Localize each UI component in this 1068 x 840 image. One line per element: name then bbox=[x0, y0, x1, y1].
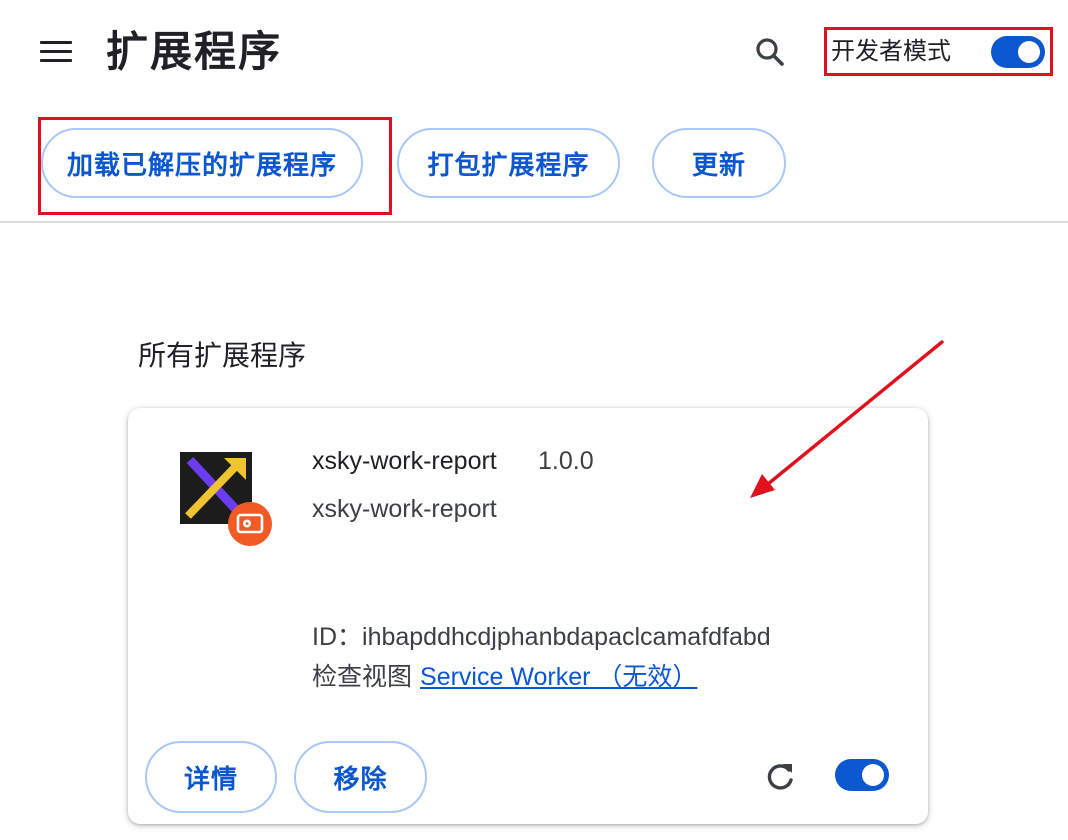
page-title: 扩展程序 bbox=[106, 28, 283, 75]
extensions-page: 扩展程序 开发者模式 加载已解压的扩展程序 打包扩展程序 更新 所有扩展程序 x… bbox=[0, 0, 1068, 840]
inspect-views-row: 检查视图 Service Worker （无效） bbox=[312, 660, 697, 694]
toggle-knob bbox=[1018, 41, 1040, 63]
dev-mode-label: 开发者模式 bbox=[831, 38, 951, 65]
extension-version: 1.0.0 bbox=[538, 447, 594, 475]
inspect-views-label: 检查视图 bbox=[312, 663, 413, 691]
extension-enable-toggle[interactable] bbox=[835, 759, 889, 791]
service-worker-link[interactable]: Service Worker （无效） bbox=[420, 663, 697, 691]
search-icon[interactable] bbox=[752, 34, 788, 70]
remove-button[interactable]: 移除 bbox=[294, 741, 427, 813]
load-unpacked-button[interactable]: 加载已解压的扩展程序 bbox=[41, 128, 363, 198]
pack-extension-button[interactable]: 打包扩展程序 bbox=[397, 128, 620, 198]
extension-id-value: ihbapddhcdjphanbdapaclcamafdfabd bbox=[362, 623, 771, 651]
details-button[interactable]: 详情 bbox=[145, 741, 277, 813]
section-title: 所有扩展程序 bbox=[138, 340, 307, 371]
update-button[interactable]: 更新 bbox=[652, 128, 786, 198]
extension-name: xsky-work-report bbox=[312, 447, 497, 475]
extension-id-label: ID： bbox=[312, 623, 363, 651]
extension-id-row: ID：ihbapddhcdjphanbdapaclcamafdfabd bbox=[312, 620, 771, 654]
extension-description: xsky-work-report bbox=[312, 495, 497, 523]
unpacked-badge-icon bbox=[228, 502, 272, 546]
menu-icon[interactable] bbox=[38, 38, 74, 66]
toolbar-divider bbox=[0, 221, 1068, 223]
reload-icon[interactable] bbox=[762, 759, 798, 795]
dev-mode-toggle[interactable] bbox=[991, 36, 1045, 68]
toggle-knob bbox=[862, 764, 884, 786]
